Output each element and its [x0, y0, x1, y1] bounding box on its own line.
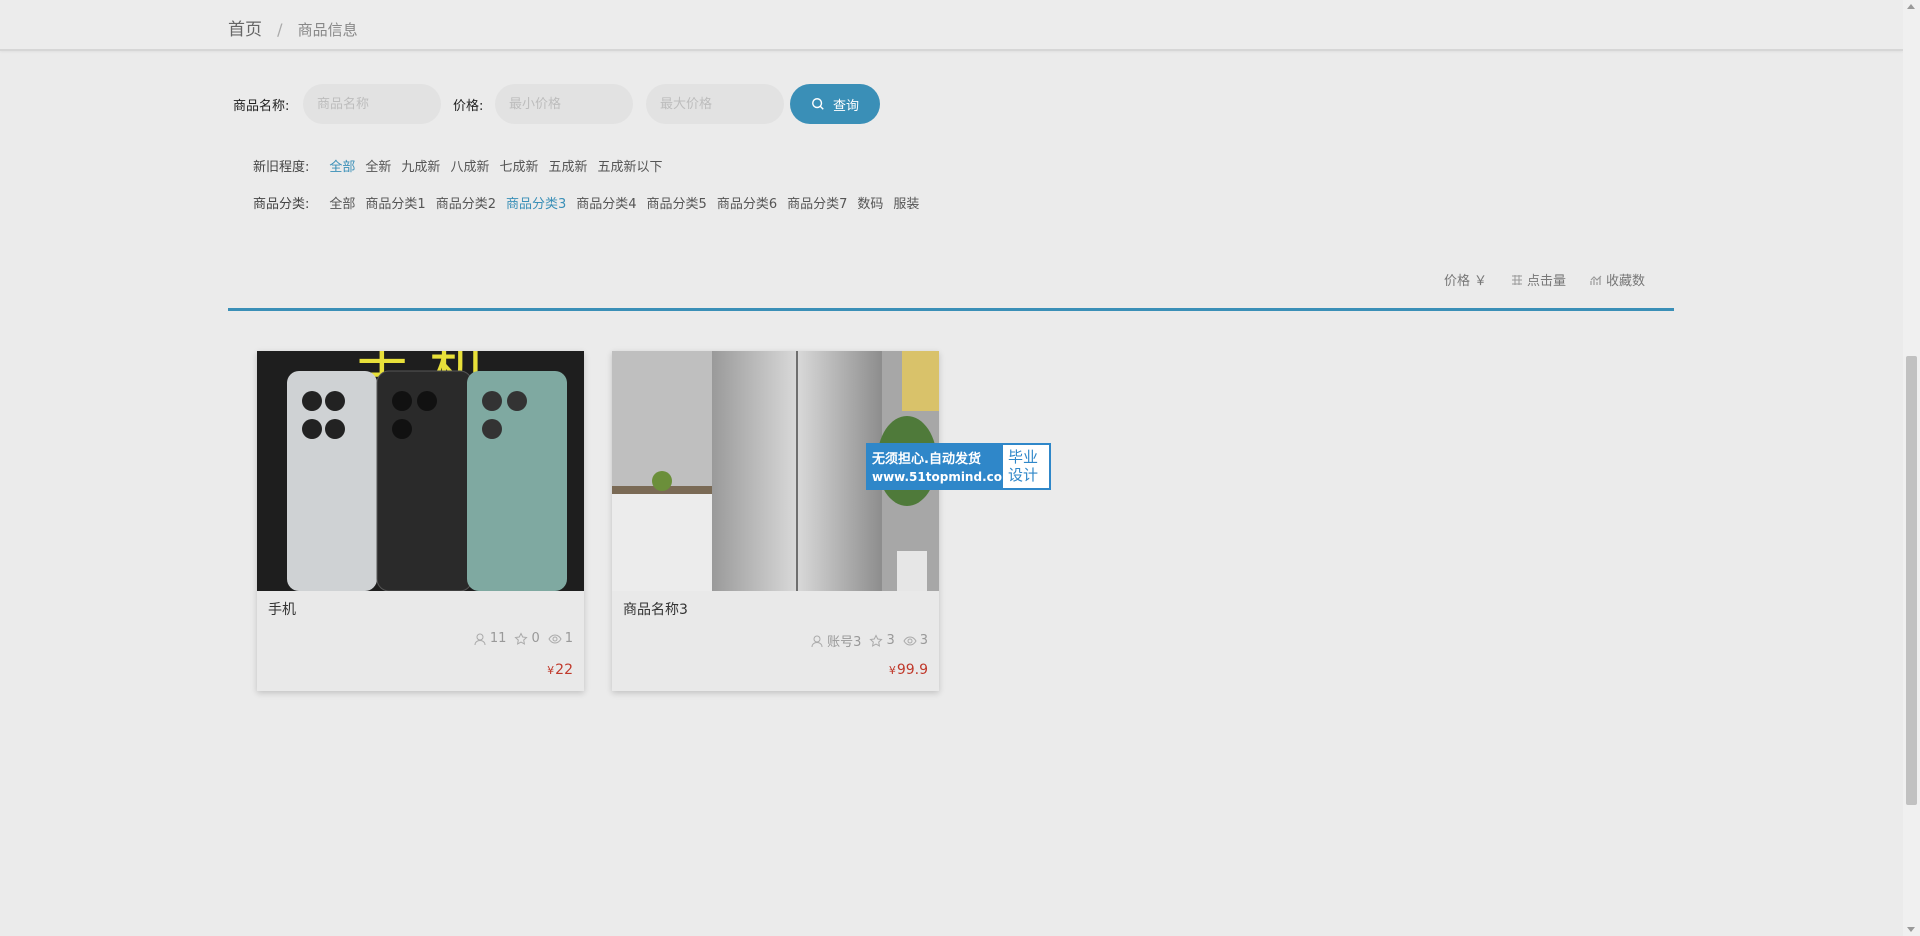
sort-bar: 价格 ￥ 点击量 收藏数: [1444, 270, 1645, 289]
star-icon: [514, 631, 529, 645]
watermark-right: 毕业设计: [1003, 445, 1049, 488]
condition-option[interactable]: 七成新: [499, 156, 538, 175]
currency-symbol: ¥: [888, 664, 896, 677]
category-filter-label: 商品分类:: [253, 197, 310, 212]
category-option[interactable]: 商品分类5: [647, 193, 707, 212]
sort-clicks[interactable]: 点击量: [1511, 270, 1566, 289]
category-option[interactable]: 商品分类3: [506, 193, 566, 212]
breadcrumb-bar: 首页 / 商品信息: [0, 0, 1903, 51]
condition-option[interactable]: 五成新: [548, 156, 587, 175]
watermark-badge: 无须担心.自动发货 www.51topmind.com 毕业设计: [866, 443, 1051, 490]
product-user: 账号3: [827, 635, 862, 650]
product-image: 手 机: [257, 351, 584, 591]
condition-option[interactable]: 全部: [329, 156, 355, 175]
category-option[interactable]: 商品分类7: [787, 193, 847, 212]
product-user: 11: [489, 631, 507, 646]
breadcrumb-separator: /: [277, 20, 283, 39]
sort-divider: [228, 308, 1674, 311]
product-name: 手机: [268, 602, 296, 618]
condition-filter: 新旧程度: 全部 全新 九成新 八成新 七成新 五成新 五成新以下: [253, 156, 673, 175]
sort-price-label: 价格: [1443, 274, 1470, 289]
product-name: 商品名称3: [623, 602, 688, 618]
condition-option[interactable]: 八成新: [450, 156, 489, 175]
product-card[interactable]: 商品名称3 账号3 3 3 ¥99.9: [612, 351, 939, 691]
max-price-input[interactable]: [646, 84, 784, 124]
user-icon: [474, 633, 486, 645]
sort-favorites[interactable]: 收藏数: [1590, 270, 1645, 289]
category-option[interactable]: 服装: [893, 193, 919, 212]
price-value: 22: [555, 662, 573, 678]
condition-option[interactable]: 九成新: [401, 156, 440, 175]
condition-option[interactable]: 全新: [365, 156, 391, 175]
yen-icon: ￥: [1473, 274, 1487, 289]
query-button[interactable]: 查询: [790, 84, 880, 124]
query-button-label: 查询: [832, 98, 859, 114]
product-name-label: 商品名称:: [233, 99, 290, 114]
product-price: ¥22: [547, 662, 573, 678]
price-value: 99.9: [896, 662, 928, 678]
product-views: 3: [919, 633, 928, 648]
product-price: ¥99.9: [889, 662, 928, 678]
condition-option[interactable]: 五成新以下: [597, 156, 662, 175]
scroll-down-icon[interactable]: [1907, 927, 1915, 932]
breadcrumb-current: 商品信息: [297, 21, 358, 39]
scroll-up-icon[interactable]: [1907, 4, 1915, 9]
breadcrumb-home[interactable]: 首页: [228, 20, 262, 40]
product-views: 1: [564, 631, 573, 646]
watermark-line2: www.51topmind.com: [872, 470, 1015, 484]
user-icon: [811, 635, 823, 647]
category-option[interactable]: 全部: [329, 193, 355, 212]
star-icon: [869, 633, 884, 647]
product-stars: 3: [886, 633, 895, 648]
category-option[interactable]: 商品分类6: [717, 193, 777, 212]
sort-favorites-label: 收藏数: [1605, 274, 1645, 289]
product-meta: 账号3 3 3: [810, 631, 928, 650]
category-filter: 商品分类: 全部 商品分类1 商品分类2 商品分类3 商品分类4 商品分类5 商…: [253, 193, 929, 212]
condition-filter-label: 新旧程度:: [253, 160, 310, 175]
vertical-scrollbar[interactable]: [1903, 0, 1920, 936]
eye-icon: [548, 633, 562, 644]
trend-icon: [1590, 275, 1602, 285]
scrollbar-thumb[interactable]: [1906, 356, 1917, 805]
category-option[interactable]: 商品分类1: [365, 193, 425, 212]
currency-symbol: ¥: [547, 664, 555, 677]
category-option[interactable]: 商品分类4: [576, 193, 636, 212]
category-option[interactable]: 商品分类2: [436, 193, 496, 212]
sort-icon: [1511, 274, 1522, 285]
sort-clicks-label: 点击量: [1526, 274, 1566, 289]
eye-icon: [903, 635, 917, 646]
product-name-input[interactable]: [303, 84, 441, 124]
product-meta: 11 0 1: [473, 631, 573, 646]
product-card[interactable]: 手 机 手机 11 0 1 ¥22: [257, 351, 584, 691]
breadcrumb: 首页 / 商品信息: [228, 15, 358, 40]
min-price-input[interactable]: [495, 84, 633, 124]
category-option[interactable]: 数码: [857, 193, 883, 212]
sort-price[interactable]: 价格 ￥: [1444, 270, 1487, 289]
watermark-line1: 无须担心.自动发货: [872, 452, 981, 467]
search-icon: [812, 98, 824, 110]
price-label: 价格:: [453, 99, 484, 114]
product-stars: 0: [531, 631, 540, 646]
